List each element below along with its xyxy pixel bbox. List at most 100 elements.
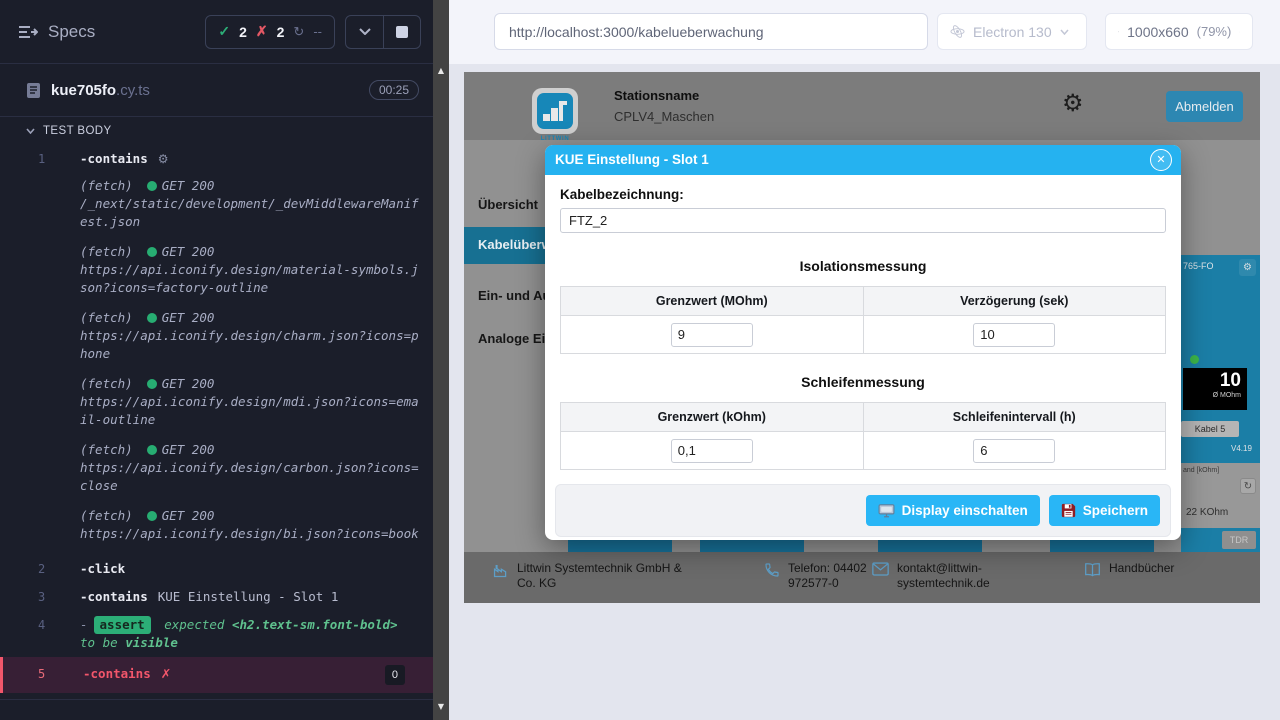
command-log: 1 -contains⚙ (fetch)GET 200/_next/static…: [0, 145, 433, 700]
fetch-label: (fetch): [80, 178, 133, 193]
nav-item-uebersicht[interactable]: Übersicht: [478, 197, 538, 212]
specs-menu-icon[interactable]: [18, 24, 38, 40]
assert-text: expected: [164, 617, 224, 632]
scroll-down-icon[interactable]: ▼: [433, 702, 449, 711]
loop-section-heading: Schleifenmessung: [560, 374, 1166, 390]
success-dot-icon: [147, 313, 157, 323]
isolation-delay-input[interactable]: [973, 323, 1055, 347]
success-dot-icon: [147, 247, 157, 257]
save-button[interactable]: Speichern: [1049, 495, 1160, 526]
chevron-down-icon: [1060, 29, 1069, 35]
save-floppy-icon: [1061, 503, 1076, 518]
cable-name-label: Kabelbezeichnung:: [560, 187, 1166, 202]
logout-button[interactable]: Abmelden: [1166, 91, 1243, 122]
log-step-contains-failed[interactable]: 5 -contains✗ 0: [0, 657, 433, 693]
browser-selector[interactable]: Electron 130: [937, 13, 1087, 50]
factory-icon: [492, 562, 509, 579]
success-dot-icon: [147, 445, 157, 455]
isolation-table: Grenzwert (MOhm) Verzögerung (sek): [560, 286, 1166, 354]
isolation-col2-header: Verzögerung (sek): [863, 287, 1166, 316]
failed-count: 2: [277, 24, 285, 40]
viewport-scale: (79%): [1197, 24, 1232, 39]
loop-col2-header: Schleifenintervall (h): [863, 403, 1166, 432]
test-body-toggle[interactable]: TEST BODY: [0, 117, 433, 145]
viewport-selector[interactable]: 1000x660 (79%): [1105, 13, 1253, 50]
collapse-all-button[interactable]: [346, 16, 383, 48]
footer-manuals[interactable]: Handbücher: [1084, 561, 1174, 577]
tdr-button[interactable]: TDR: [1222, 531, 1256, 549]
scroll-up-icon[interactable]: ▲: [433, 66, 449, 75]
email-address: kontakt@littwin-systemtechnik.de: [897, 561, 1032, 591]
spec-timer: 00:25: [369, 80, 419, 100]
fetch-label: (fetch): [80, 376, 133, 391]
stop-button[interactable]: [383, 16, 420, 48]
test-body-label: TEST BODY: [43, 125, 112, 137]
chevron-down-icon: [26, 128, 35, 134]
screen: Specs ✓ 2 ✗ 2 ↻ -- kue705fo.cy.ts: [0, 0, 1280, 720]
modal-body: Kabelbezeichnung: Isolationsmessung Gren…: [545, 175, 1181, 470]
log-step-click[interactable]: 2 -click: [0, 555, 433, 583]
step-number: 3: [0, 588, 80, 606]
measurement-display: 10 Ø MOhm: [1183, 368, 1247, 410]
display-on-button[interactable]: Display einschalten: [866, 495, 1040, 526]
refresh-icon[interactable]: ↻: [1240, 478, 1256, 494]
reporter-controls: [345, 15, 421, 49]
nav-item-ein-und-ausgaenge[interactable]: Ein- und Au: [478, 288, 550, 303]
cable-name-input[interactable]: [560, 208, 1166, 233]
fetch-log-entry[interactable]: (fetch)GET 200https://api.iconify.design…: [80, 507, 419, 543]
slot-card-title: 765-FO: [1183, 261, 1214, 271]
fetch-url: https://api.iconify.design/mdi.json?icon…: [80, 394, 419, 427]
fetch-status: GET 200: [162, 442, 215, 457]
settings-gear-icon[interactable]: ⚙: [1062, 89, 1084, 117]
log-step-assert[interactable]: 4 -assert expected <h2.text-sm.font-bold…: [0, 611, 433, 657]
fail-x-icon: ✗: [161, 666, 171, 681]
passed-icon: ✓: [218, 23, 230, 40]
fetch-log-entry[interactable]: (fetch)GET 200https://api.iconify.design…: [80, 243, 419, 297]
status-dot-green: [1190, 355, 1199, 364]
aut-toolbar: Electron 130 1000x660 (79%): [449, 0, 1280, 64]
command-name: -contains: [83, 666, 151, 681]
save-label: Speichern: [1083, 503, 1148, 518]
fetch-url: https://api.iconify.design/charm.json?ic…: [80, 328, 419, 361]
command-name: -click: [80, 561, 125, 576]
nav-item-analoge-eingaenge[interactable]: Analoge Ei: [478, 331, 545, 346]
fetch-url: https://api.iconify.design/bi.json?icons…: [80, 526, 419, 541]
assert-badge: assert: [94, 616, 151, 634]
fetch-log-entry[interactable]: (fetch)GET 200/_next/static/development/…: [80, 177, 419, 231]
chevron-down-icon: [359, 28, 371, 35]
isolation-limit-input[interactable]: [671, 323, 753, 347]
manuals-link[interactable]: Handbücher: [1109, 561, 1174, 577]
app-footer: Littwin Systemtechnik GmbH & Co. KG Tele…: [464, 552, 1260, 603]
fetch-label: (fetch): [80, 508, 133, 523]
loop-col1-header: Grenzwert (kOhm): [561, 403, 864, 432]
fetch-label: (fetch): [80, 244, 133, 259]
step-number: 2: [0, 560, 80, 578]
fetch-status: GET 200: [162, 178, 215, 193]
fetch-log-entry[interactable]: (fetch)GET 200https://api.iconify.design…: [80, 375, 419, 429]
spec-name-bold: kue705fo: [51, 82, 116, 99]
spec-file-row[interactable]: kue705fo.cy.ts 00:25: [0, 64, 433, 117]
loop-limit-input[interactable]: [671, 439, 753, 463]
chevron-down-icon: [1239, 29, 1240, 35]
log-step-contains-1[interactable]: 1 -contains⚙: [0, 145, 433, 173]
nav-item-kabelueberwachung[interactable]: Kabelüberw: [464, 227, 545, 264]
isolation-section-heading: Isolationsmessung: [560, 258, 1166, 274]
specs-label[interactable]: Specs: [48, 22, 95, 42]
running-icon: ↻: [293, 24, 304, 40]
fetch-log-entry[interactable]: (fetch)GET 200https://api.iconify.design…: [80, 309, 419, 363]
assert-text: be: [103, 635, 118, 650]
loop-interval-input[interactable]: [973, 439, 1055, 463]
url-input[interactable]: [494, 13, 928, 50]
station-name-value: CPLV4_Maschen: [614, 109, 714, 124]
book-icon: [1084, 562, 1101, 577]
vertical-scrollbar[interactable]: ▲ ▼: [433, 0, 449, 720]
close-icon[interactable]: ✕: [1150, 149, 1172, 171]
fetch-log-entry[interactable]: (fetch)GET 200https://api.iconify.design…: [80, 441, 419, 495]
modal-title: KUE Einstellung - Slot 1: [555, 152, 709, 167]
log-step-contains-2[interactable]: 3 -containsKUE Einstellung - Slot 1: [0, 583, 433, 611]
fetch-label: (fetch): [80, 442, 133, 457]
slot-gear-icon[interactable]: ⚙: [1239, 259, 1256, 276]
spec-name-ext: .cy.ts: [116, 82, 150, 99]
passed-count: 2: [239, 24, 247, 40]
log-divider: [0, 699, 433, 700]
